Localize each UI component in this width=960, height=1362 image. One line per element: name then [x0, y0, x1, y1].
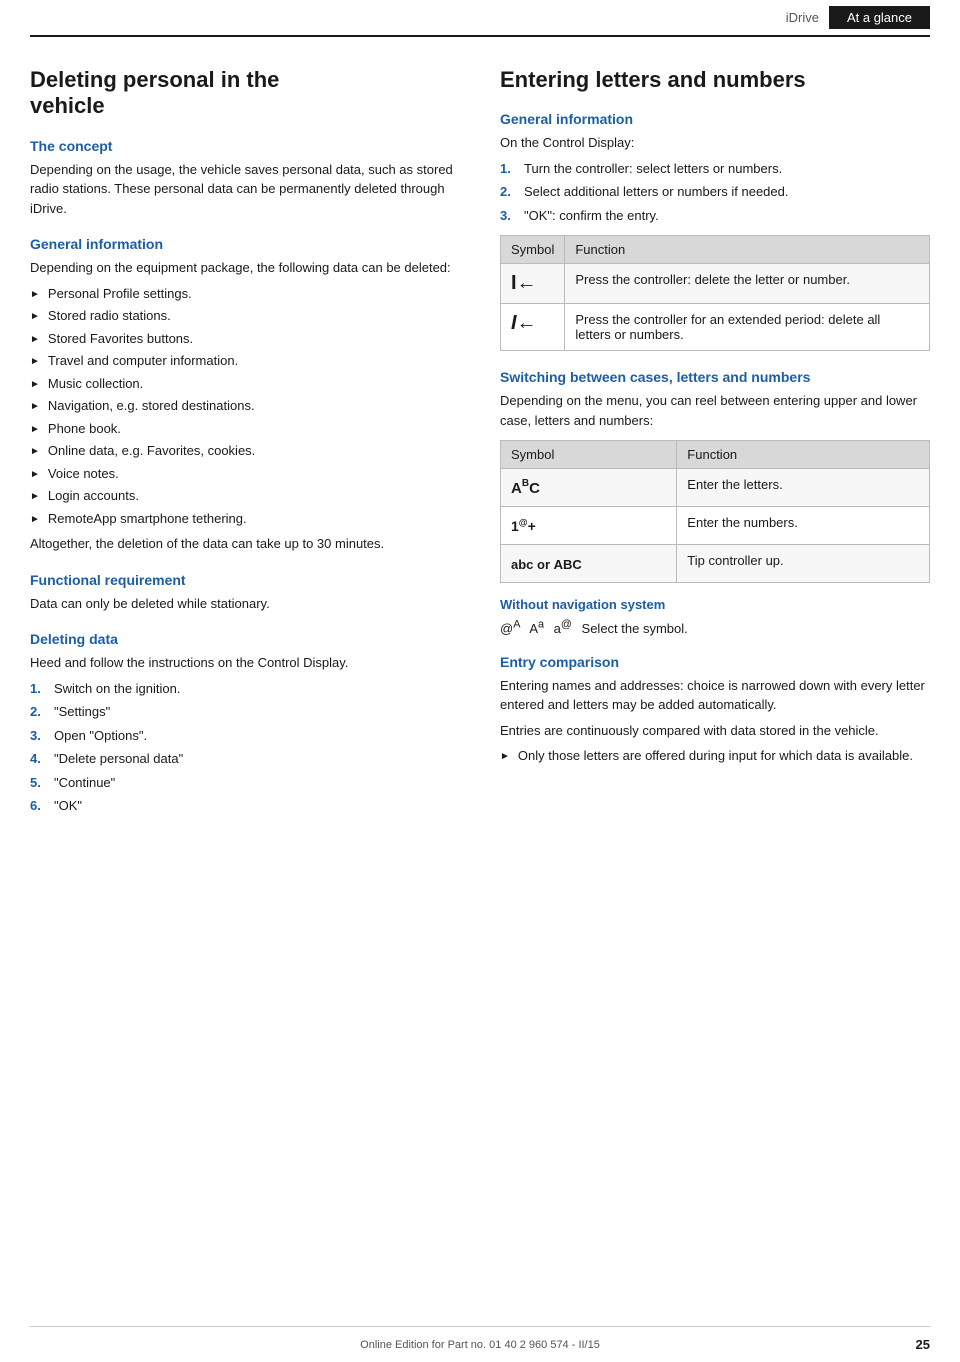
- left-column: Deleting personal in the vehicle The con…: [30, 67, 460, 822]
- list-item: 2. Select additional letters or numbers …: [500, 182, 930, 202]
- bullet-arrow-icon: ►: [30, 377, 40, 392]
- list-item: ►Travel and computer information.: [30, 351, 460, 371]
- general-info-intro: On the Control Display:: [500, 133, 930, 153]
- list-item: ►Voice notes.: [30, 464, 460, 484]
- entry-comparison-heading: Entry comparison: [500, 654, 930, 670]
- bullet-arrow-icon: ►: [30, 332, 40, 347]
- general-info-heading-right: General information: [500, 111, 930, 127]
- bullet-arrow-icon: ►: [30, 309, 40, 324]
- symbol-table-1: Symbol Function I← Press the controller:…: [500, 235, 930, 351]
- table-cell-symbol: I←: [501, 304, 565, 351]
- header-idrive-label: iDrive: [786, 10, 819, 25]
- page-title-left: Deleting personal in the vehicle: [30, 67, 460, 120]
- functional-text: Data can only be deleted while stationar…: [30, 594, 460, 614]
- header-tab-label: At a glance: [829, 6, 930, 29]
- list-item: 5. "Continue": [30, 773, 460, 793]
- list-item: 4. "Delete personal data": [30, 749, 460, 769]
- deleting-heading: Deleting data: [30, 631, 460, 647]
- table-cell-symbol: I←: [501, 264, 565, 304]
- list-item: ►Phone book.: [30, 419, 460, 439]
- list-item: ►RemoteApp smartphone tethering.: [30, 509, 460, 529]
- entry-comparison-text1: Entering names and addresses: choice is …: [500, 676, 930, 715]
- entry-comparison-text2: Entries are continuously compared with d…: [500, 721, 930, 741]
- main-content: Deleting personal in the vehicle The con…: [0, 37, 960, 862]
- switching-heading: Switching between cases, letters and num…: [500, 369, 930, 385]
- list-item: 1. Turn the controller: select letters o…: [500, 159, 930, 179]
- bullet-list: ►Personal Profile settings. ►Stored radi…: [30, 284, 460, 529]
- bullet-arrow-icon: ►: [30, 467, 40, 482]
- bullet-arrow-icon: ►: [30, 489, 40, 504]
- list-item: 1. Switch on the ignition.: [30, 679, 460, 699]
- without-nav-heading: Without navigation system: [500, 597, 930, 612]
- table-col-function: Function: [677, 441, 930, 469]
- list-item: 6. "OK": [30, 796, 460, 816]
- table-row: I← Press the controller: delete the lett…: [501, 264, 930, 304]
- list-item: ►Personal Profile settings.: [30, 284, 460, 304]
- table-row: 1@+ Enter the numbers.: [501, 507, 930, 545]
- bullet-arrow-icon: ►: [30, 399, 40, 414]
- list-item: ►Stored radio stations.: [30, 306, 460, 326]
- bullet-arrow-icon: ►: [30, 422, 40, 437]
- list-item: ►Online data, e.g. Favorites, cookies.: [30, 441, 460, 461]
- list-item: 3. Open "Options".: [30, 726, 460, 746]
- switching-text: Depending on the menu, you can reel betw…: [500, 391, 930, 430]
- symbol-table-2: Symbol Function ABC Enter the letters. 1…: [500, 440, 930, 583]
- entry-bullet-list: ► Only those letters are offered during …: [500, 746, 930, 766]
- page-title-right: Entering letters and numbers: [500, 67, 930, 93]
- right-steps-list: 1. Turn the controller: select letters o…: [500, 159, 930, 226]
- bullet-arrow-icon: ►: [30, 512, 40, 527]
- list-item: 3. "OK": confirm the entry.: [500, 206, 930, 226]
- table-cell-function: Tip controller up.: [677, 545, 930, 583]
- table-cell-symbol: 1@+: [501, 507, 677, 545]
- functional-heading: Functional requirement: [30, 572, 460, 588]
- bullet-arrow-icon: ►: [30, 287, 40, 302]
- table-row: abc or ABC Tip controller up.: [501, 545, 930, 583]
- list-item: ►Login accounts.: [30, 486, 460, 506]
- list-item: 2. "Settings": [30, 702, 460, 722]
- steps-list: 1. Switch on the ignition. 2. "Settings"…: [30, 679, 460, 816]
- page-header: iDrive At a glance: [30, 0, 930, 37]
- bullet-arrow-icon: ►: [30, 444, 40, 459]
- list-item: ►Navigation, e.g. stored destinations.: [30, 396, 460, 416]
- list-item: ►Music collection.: [30, 374, 460, 394]
- general-info-text-left: Depending on the equipment package, the …: [30, 258, 460, 278]
- bullet-arrow-icon: ►: [30, 354, 40, 369]
- table-cell-symbol: ABC: [501, 469, 677, 507]
- without-nav-symbols: @A Aa a@ Select the symbol.: [500, 618, 930, 635]
- right-column: Entering letters and numbers General inf…: [500, 67, 930, 822]
- concept-text: Depending on the usage, the vehicle save…: [30, 160, 460, 219]
- page-number: 25: [916, 1337, 930, 1352]
- table-cell-function: Press the controller for an extended per…: [565, 304, 930, 351]
- table-col-function: Function: [565, 236, 930, 264]
- table-col-symbol: Symbol: [501, 441, 677, 469]
- table-cell-function: Press the controller: delete the letter …: [565, 264, 930, 304]
- footer-text: Online Edition for Part no. 01 40 2 960 …: [360, 1339, 600, 1351]
- general-info-heading-left: General information: [30, 236, 460, 252]
- deleting-text: Heed and follow the instructions on the …: [30, 653, 460, 673]
- list-item: ►Stored Favorites buttons.: [30, 329, 460, 349]
- page-footer: Online Edition for Part no. 01 40 2 960 …: [30, 1326, 930, 1362]
- table-cell-function: Enter the numbers.: [677, 507, 930, 545]
- general-info-footer: Altogether, the deletion of the data can…: [30, 534, 460, 554]
- bullet-arrow-icon: ►: [500, 749, 510, 764]
- table-cell-function: Enter the letters.: [677, 469, 930, 507]
- table-cell-symbol: abc or ABC: [501, 545, 677, 583]
- list-item: ► Only those letters are offered during …: [500, 746, 930, 766]
- table-row: ABC Enter the letters.: [501, 469, 930, 507]
- table-col-symbol: Symbol: [501, 236, 565, 264]
- concept-heading: The concept: [30, 138, 460, 154]
- table-row: I← Press the controller for an extended …: [501, 304, 930, 351]
